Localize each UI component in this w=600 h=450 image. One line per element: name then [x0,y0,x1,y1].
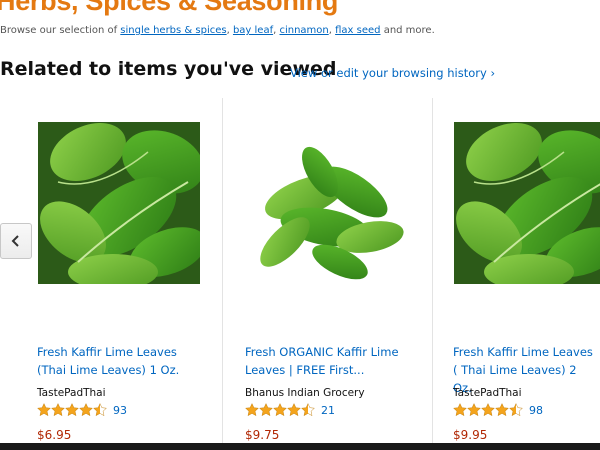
browse-suffix: and more. [383,25,435,36]
star-half-icon [93,403,107,417]
star-rating [245,403,315,417]
carousel-prev-button[interactable] [0,223,32,259]
star-icon [51,403,65,417]
chevron-left-icon [11,235,19,247]
product-seller: Bhanus Indian Grocery [245,387,365,399]
star-icon [495,403,509,417]
product-price: $9.95 [453,428,488,442]
carousel-divider [432,98,433,443]
star-half-icon [509,403,523,417]
browse-link-single-herbs[interactable]: single herbs & spices [120,25,226,36]
star-rating [453,403,523,417]
product-title[interactable]: Fresh ORGANIC Kaffir Lime Leaves | FREE … [245,343,415,379]
product-image[interactable] [38,122,200,284]
star-icon [65,403,79,417]
related-header: Related to items you've viewed View or e… [0,58,495,80]
browse-link-cinnamon[interactable]: cinnamon [279,25,328,36]
star-icon [481,403,495,417]
review-count[interactable]: 98 [529,404,543,417]
product-rating[interactable]: 21 [245,403,335,417]
related-heading: Related to items you've viewed [0,58,337,80]
product-rating[interactable]: 93 [37,403,127,417]
star-icon [273,403,287,417]
product-title[interactable]: Fresh Kaffir Lime Leaves (Thai Lime Leav… [37,343,207,379]
product-seller: TastePadThai [453,387,522,399]
browsing-history-link[interactable]: View or edit your browsing history › [290,66,495,80]
product-price: $6.95 [37,428,72,442]
browse-link-bay-leaf[interactable]: bay leaf [233,25,273,36]
product-rating[interactable]: 98 [453,403,543,417]
star-icon [37,403,51,417]
product-price: $9.75 [245,428,280,442]
star-icon [259,403,273,417]
page-title: Herbs, Spices & Seasoning [0,0,339,16]
browse-link-flax-seed[interactable]: flax seed [335,25,380,36]
product-seller: TastePadThai [37,387,106,399]
star-icon [79,403,93,417]
star-icon [467,403,481,417]
star-icon [287,403,301,417]
star-icon [245,403,259,417]
carousel-divider [222,98,223,443]
bottom-bar [0,443,600,450]
review-count[interactable]: 93 [113,404,127,417]
review-count[interactable]: 21 [321,404,335,417]
browse-line: Browse our selection of single herbs & s… [0,25,435,36]
star-half-icon [301,403,315,417]
star-rating [37,403,107,417]
browse-prefix: Browse our selection of [0,25,118,36]
product-image[interactable] [245,122,407,284]
product-image[interactable] [454,122,600,284]
star-icon [453,403,467,417]
